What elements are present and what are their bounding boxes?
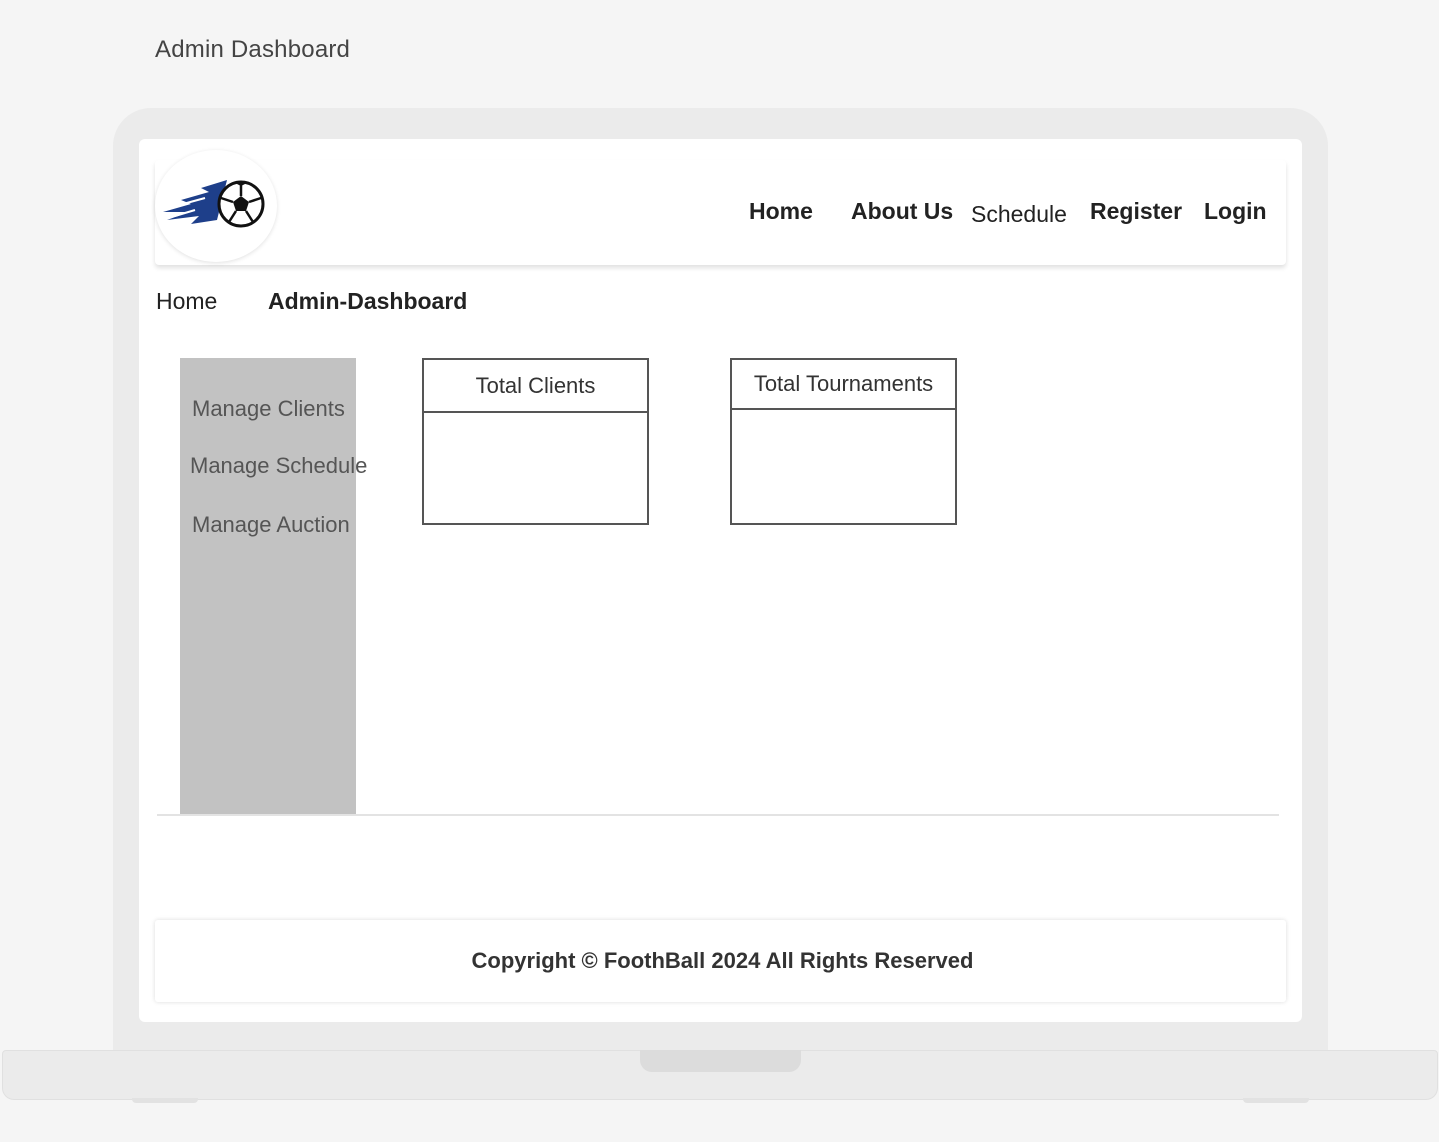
sidebar-item-manage-auction[interactable]: Manage Auction xyxy=(192,512,350,538)
breadcrumb-home[interactable]: Home xyxy=(156,288,217,315)
laptop-notch xyxy=(640,1050,801,1072)
nav-home-link[interactable]: Home xyxy=(749,198,813,225)
sidebar xyxy=(180,358,356,816)
card-title: Total Tournaments xyxy=(732,360,955,410)
breadcrumb-current: Admin-Dashboard xyxy=(268,288,468,314)
laptop-foot-right xyxy=(1243,1098,1309,1103)
copyright-text: Copyright © FoothBall 2024 All Rights Re… xyxy=(471,948,974,973)
nav-about-link[interactable]: About Us xyxy=(851,198,953,225)
total-tournaments-card: Total Tournaments xyxy=(730,358,957,525)
card-title: Total Clients xyxy=(424,360,647,413)
frame-title: Admin Dashboard xyxy=(155,36,351,63)
nav-login-link[interactable]: Login xyxy=(1204,198,1267,225)
sidebar-item-manage-schedule[interactable]: Manage Schedule xyxy=(190,453,367,479)
sidebar-item-manage-clients[interactable]: Manage Clients xyxy=(192,396,345,422)
content-divider xyxy=(157,814,1279,816)
nav-schedule-link[interactable]: Schedule xyxy=(971,201,1067,228)
logo[interactable] xyxy=(155,150,277,262)
footer: Copyright © FoothBall 2024 All Rights Re… xyxy=(155,920,1286,1002)
soccer-ball-flame-icon xyxy=(163,180,265,228)
laptop-foot-left xyxy=(132,1098,198,1103)
nav-register-link[interactable]: Register xyxy=(1090,198,1182,225)
total-clients-card: Total Clients xyxy=(422,358,649,525)
